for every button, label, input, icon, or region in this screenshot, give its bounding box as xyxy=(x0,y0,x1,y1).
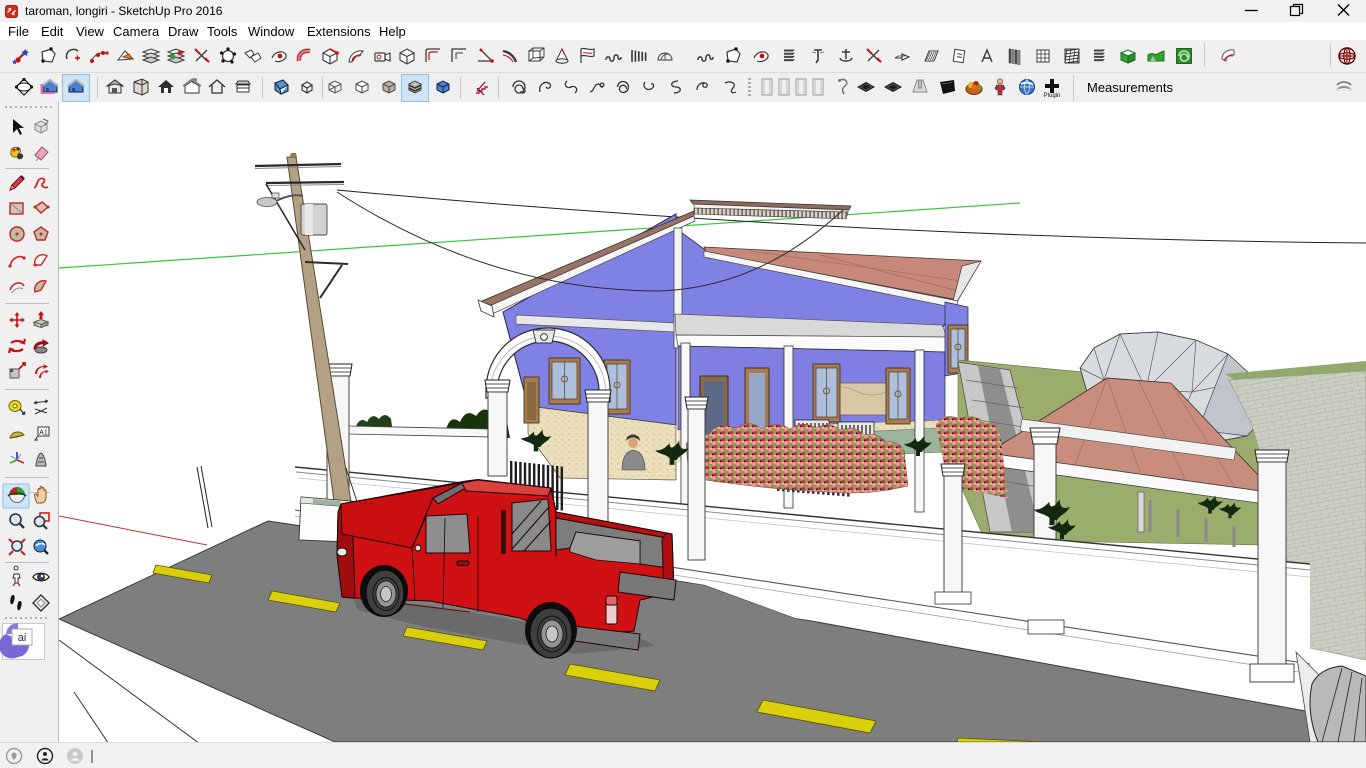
svg-text:ai: ai xyxy=(18,632,27,644)
svg-text:A1: A1 xyxy=(39,430,48,437)
svg-text:Plugin: Plugin xyxy=(1044,93,1061,98)
